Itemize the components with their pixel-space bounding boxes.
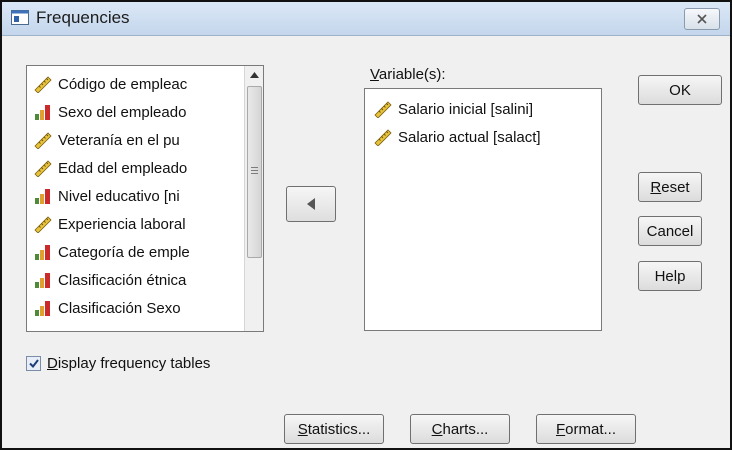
target-list-item[interactable]: Salario inicial [salini] (373, 97, 533, 121)
close-icon (697, 14, 707, 24)
title-bar[interactable]: Frequencies (2, 2, 730, 36)
source-list-item[interactable]: Clasificación Sexo (33, 296, 243, 320)
source-list-item-label: Categoría de emple (58, 243, 190, 261)
display-frequency-tables-label: Display frequency tables (47, 355, 211, 372)
scroll-thumb[interactable] (247, 86, 262, 258)
statistics-button[interactable]: Statistics... (284, 414, 384, 444)
scale-ruler-icon (34, 132, 52, 149)
statistics-button-label: tatistics... (307, 420, 371, 438)
close-button[interactable] (684, 8, 720, 30)
source-list-item-label: Edad del empleado (58, 159, 188, 177)
display-frequency-tables-option[interactable]: Display frequency tables (26, 355, 210, 372)
source-list-item-label: Veteranía en el pu (58, 131, 180, 149)
frequencies-dialog: Frequencies Código de empleac Sexo del em… (0, 0, 732, 450)
source-list-item[interactable]: Código de empleac (33, 72, 243, 96)
display-frequency-tables-label-text: isplay frequency tables (57, 355, 211, 372)
source-list-item-label: Nivel educativo [ni (58, 187, 180, 205)
move-variable-button[interactable] (286, 186, 336, 222)
variables-label-text: ariable(s): (378, 66, 446, 83)
source-variable-list[interactable]: Código de empleac Sexo del empleado Vetera… (26, 65, 264, 332)
source-list-item-label: Sexo del empleado (58, 103, 187, 121)
target-list-item-label: Salario actual [salact] (398, 128, 541, 146)
cancel-button[interactable]: Cancel (638, 216, 702, 246)
scroll-up-arrow[interactable] (245, 66, 263, 84)
nominal-bars-icon (35, 273, 50, 288)
scroll-grip (251, 167, 258, 176)
charts-button[interactable]: Charts... (410, 414, 510, 444)
source-list-item[interactable]: Nivel educativo [ni (33, 184, 243, 208)
reset-button-label: eset (661, 178, 690, 196)
window-title: Frequencies (36, 8, 130, 27)
variables-label: Variable(s): (370, 66, 446, 83)
target-list-item[interactable]: Salario actual [salact] (373, 125, 541, 149)
charts-button-label: harts... (442, 420, 489, 438)
nominal-bars-icon (35, 105, 50, 120)
source-list-item[interactable]: Categoría de emple (33, 240, 243, 264)
source-list-item[interactable]: Sexo del empleado (33, 100, 243, 124)
scale-ruler-icon (374, 129, 392, 146)
scale-ruler-icon (374, 101, 392, 118)
checkmark-icon (28, 359, 39, 368)
scale-ruler-icon (34, 76, 52, 93)
source-list-item-label: Clasificación Sexo (58, 299, 181, 317)
ok-button[interactable]: OK (638, 75, 722, 105)
nominal-bars-icon (35, 245, 50, 260)
chevron-up-icon (249, 72, 259, 78)
source-list-item[interactable]: Experiencia laboral (33, 212, 243, 236)
scale-ruler-icon (34, 160, 52, 177)
source-list-item[interactable]: Veteranía en el pu (33, 128, 243, 152)
arrow-left-icon (307, 198, 315, 210)
scale-ruler-icon (34, 216, 52, 233)
target-variable-list[interactable]: Salario inicial [salini] Salario actual [… (364, 88, 602, 331)
display-frequency-tables-checkbox[interactable] (26, 356, 41, 371)
source-list-item-label: Código de empleac (58, 75, 188, 93)
source-list-item[interactable]: Clasificación étnica (33, 268, 243, 292)
reset-button[interactable]: Reset (638, 172, 702, 202)
source-list-item-label: Clasificación étnica (58, 271, 187, 289)
list-scrollbar[interactable] (244, 66, 263, 331)
source-list-item[interactable]: Edad del empleado (33, 156, 243, 180)
format-button[interactable]: Format... (536, 414, 636, 444)
nominal-bars-icon (35, 301, 50, 316)
nominal-bars-icon (35, 189, 50, 204)
help-button[interactable]: Help (638, 261, 702, 291)
format-button-label: ormat... (565, 420, 617, 438)
target-list-item-label: Salario inicial [salini] (398, 100, 534, 118)
source-list-item-label: Experiencia laboral (58, 215, 186, 233)
dialog-icon (11, 10, 29, 25)
